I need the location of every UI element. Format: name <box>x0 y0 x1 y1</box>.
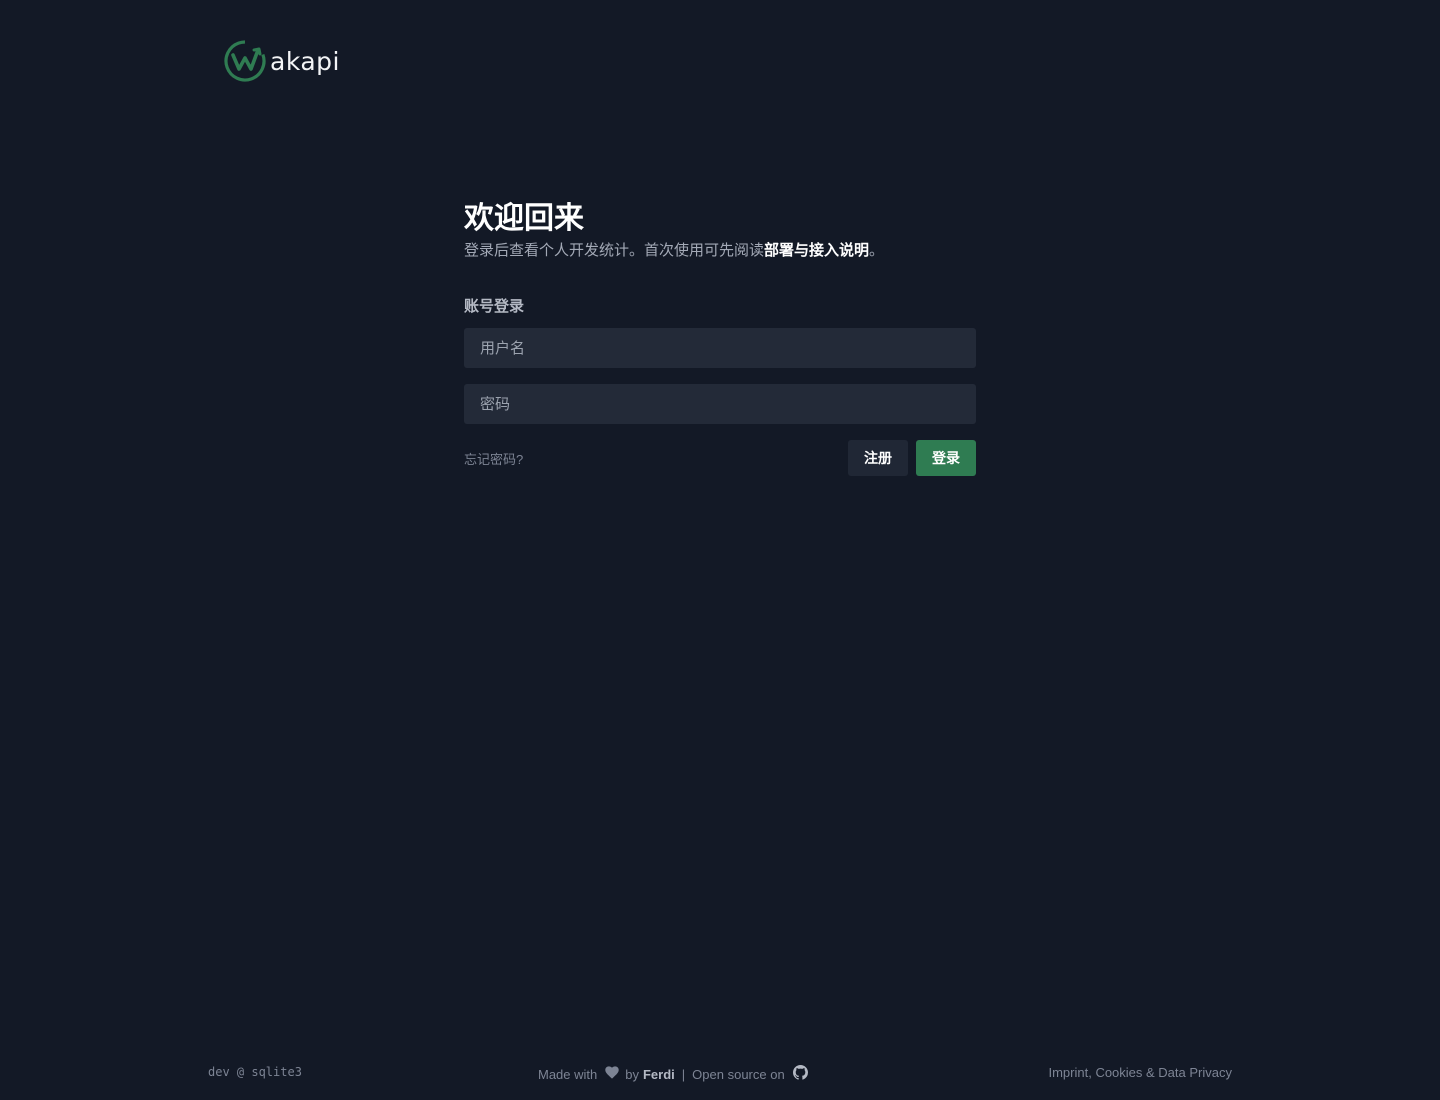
username-input[interactable] <box>464 328 976 368</box>
form-actions: 忘记密码? 注册 登录 <box>464 440 976 476</box>
password-input[interactable] <box>464 384 976 424</box>
footer-separator: | <box>681 1066 686 1082</box>
subtitle-text: 登录后查看个人开发统计。首次使用可先阅读 <box>464 242 765 259</box>
login-page: akapi 欢迎回来 登录后查看个人开发统计。首次使用可先阅读部署与接入说明。 … <box>0 0 1440 1100</box>
footer-credits: Made with by Ferdi | Open source on <box>538 1065 808 1083</box>
logo-link[interactable]: akapi <box>223 38 340 84</box>
docs-link[interactable]: 部署与接入说明 <box>764 242 869 259</box>
section-label: 账号登录 <box>464 298 525 315</box>
forgot-password-link[interactable]: 忘记密码? <box>464 449 848 468</box>
author-link[interactable]: Ferdi <box>643 1067 675 1082</box>
login-button[interactable]: 登录 <box>916 440 976 476</box>
heart-icon <box>605 1066 619 1082</box>
imprint-link[interactable]: Imprint, Cookies & Data Privacy <box>1048 1065 1232 1080</box>
subtitle-end: 。 <box>869 242 885 259</box>
footer-build-info: dev @ sqlite3 <box>208 1065 302 1079</box>
made-with-text: Made with <box>538 1066 598 1082</box>
login-panel: 欢迎回来 登录后查看个人开发统计。首次使用可先阅读部署与接入说明。 账号登录 忘… <box>464 200 976 476</box>
footer: dev @ sqlite3 Made with by Ferdi | Open … <box>0 1064 1440 1084</box>
by-text: by <box>625 1066 639 1082</box>
logo-text: akapi <box>270 46 340 76</box>
wakapi-logo-icon <box>224 40 266 82</box>
register-button[interactable]: 注册 <box>848 440 908 476</box>
page-title: 欢迎回来 <box>464 202 584 235</box>
github-icon[interactable] <box>792 1065 808 1083</box>
open-source-link[interactable]: Open source on <box>692 1067 785 1082</box>
page-subtitle: 登录后查看个人开发统计。首次使用可先阅读部署与接入说明。 <box>464 240 976 262</box>
